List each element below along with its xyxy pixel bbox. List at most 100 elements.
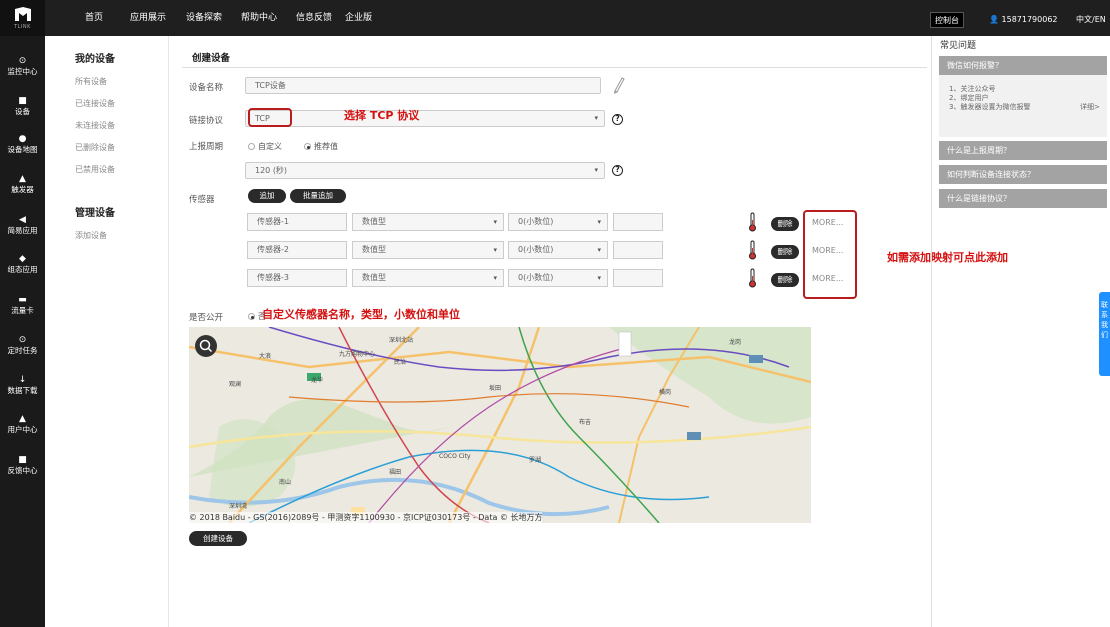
logo[interactable]: TLINK (0, 0, 45, 36)
sidebar-item-trigger[interactable]: ▲ 触发器 (0, 174, 45, 195)
radio-label: 自定义 (258, 142, 282, 151)
faq-question-wechat[interactable]: 微信如何报警？ (939, 56, 1107, 75)
contact-side-tab[interactable]: 联系我们 (1099, 292, 1110, 376)
sensor-unit-input[interactable] (613, 241, 663, 259)
thermometer-icon[interactable] (748, 240, 757, 260)
sidebar-item-download[interactable]: ↓ 数据下载 (0, 375, 45, 396)
help-icon[interactable]: ? (612, 165, 623, 176)
user-icon: ▲ (19, 414, 26, 424)
my-devices-heading: 我的设备 (75, 54, 115, 65)
batch-add-button[interactable]: 批量追加 (290, 189, 346, 203)
sidebar-item-sim[interactable]: ▬ 流量卡 (0, 295, 45, 316)
sensor-type-select[interactable]: 数值型 ▾ (352, 269, 504, 287)
map-label: 福田 (389, 469, 402, 476)
sidebar-label: 定时任务 (7, 346, 38, 355)
subnav-deleted[interactable]: 已删除设备 (75, 142, 115, 153)
period-recommend-radio[interactable]: 推荐值 (304, 141, 338, 152)
map-search-button[interactable] (195, 335, 217, 357)
device-location-map[interactable]: 深圳北站 九方购物中心 龙华 民治 大浪 观澜 坂田 布吉 龙岗 横岗 南山 福… (189, 327, 811, 523)
chevron-down-icon: ▾ (493, 274, 497, 282)
pencil-icon[interactable] (612, 76, 626, 94)
map-label: 布吉 (579, 419, 592, 426)
map-label: COCO City (439, 453, 471, 460)
clock-icon: ⊙ (18, 335, 27, 345)
subnav-connected[interactable]: 已连接设备 (75, 98, 115, 109)
send-icon: ◀ (19, 215, 26, 225)
sensor-decimal-value: 0(小数位) (518, 217, 554, 226)
chevron-down-icon: ▾ (594, 114, 598, 122)
create-device-button[interactable]: 创建设备 (189, 531, 247, 546)
delete-sensor-button[interactable]: 删除 (771, 245, 799, 259)
faq-more-link[interactable]: 详细> (1080, 103, 1100, 112)
chevron-down-icon: ▾ (597, 274, 601, 282)
map-copyright: © 2018 Baidu - GS(2016)2089号 - 甲测资字11009… (189, 512, 543, 523)
subnav-all-devices[interactable]: 所有设备 (75, 76, 107, 87)
chevron-down-icon: ▾ (597, 246, 601, 254)
faq-question-status[interactable]: 如何判断设备连接状态？ (939, 165, 1107, 184)
thermometer-icon[interactable] (748, 212, 757, 232)
map-label: 罗湖 (529, 457, 542, 464)
subnav-add-device[interactable]: 添加设备 (75, 230, 107, 241)
sensor-decimal-select[interactable]: 0(小数位) ▾ (508, 213, 608, 231)
faq-question-protocol[interactable]: 什么是链接协议？ (939, 189, 1107, 208)
tcp-highlight-box (248, 108, 292, 127)
device-name-input[interactable]: TCP设备 (245, 77, 601, 94)
faq-answer-wechat: 1、关注公众号 2、绑定用户 3、触发器设置为微信报警 详细> (939, 75, 1107, 137)
sensor-name-input[interactable]: 传感器-1 (247, 213, 347, 231)
sensor-decimal-select[interactable]: 0(小数位) ▾ (508, 241, 608, 259)
add-sensor-button[interactable]: 追加 (248, 189, 286, 203)
sensor-unit-input[interactable] (613, 213, 663, 231)
sensor-type-value: 数值型 (362, 245, 386, 254)
sidebar-item-user[interactable]: ▲ 用户中心 (0, 414, 45, 435)
sensor-type-select[interactable]: 数值型 ▾ (352, 213, 504, 231)
period-select[interactable]: 120 (秒) ▾ (245, 162, 605, 179)
annotation-custom: 自定义传感器名称，类型，小数位和单位 (262, 308, 460, 321)
sidebar-item-simple-app[interactable]: ◀ 简易应用 (0, 215, 45, 236)
period-value: 120 (秒) (255, 166, 288, 175)
page-title: 创建设备 (192, 53, 231, 64)
tlink-logo-icon (14, 6, 31, 21)
sensor-name-input[interactable]: 传感器-2 (247, 241, 347, 259)
faq-step: 3、触发器设置为微信报警 (949, 103, 1031, 111)
sidebar-item-schedule[interactable]: ⊙ 定时任务 (0, 335, 45, 356)
more-highlight-box (803, 210, 857, 299)
map-label: 横岗 (659, 389, 672, 396)
user-menu[interactable]: 👤 15871790062 (985, 12, 1062, 28)
protocol-select[interactable]: TCP ▾ (245, 110, 605, 127)
console-button[interactable]: 控制台 (930, 12, 964, 28)
sidebar-item-map[interactable]: ● 设备地图 (0, 134, 45, 155)
sensor-name-input[interactable]: 传感器-3 (247, 269, 347, 287)
chevron-down-icon: ▾ (493, 246, 497, 254)
sidebar-item-monitor[interactable]: ⊙ 监控中心 (0, 56, 45, 77)
nav-home[interactable]: 首页 (85, 0, 103, 36)
period-custom-radio[interactable]: 自定义 (248, 141, 282, 152)
nav-explore[interactable]: 设备探索 (186, 0, 222, 36)
sidebar-label: 流量卡 (11, 306, 34, 315)
sidebar-label: 触发器 (11, 185, 34, 194)
bell-icon: ▲ (19, 174, 26, 184)
language-switch[interactable]: 中文/EN (1072, 12, 1110, 28)
help-icon[interactable]: ? (612, 114, 623, 125)
nav-enterprise[interactable]: 企业版 (345, 0, 372, 36)
nav-help[interactable]: 帮助中心 (241, 0, 277, 36)
subnav-disabled[interactable]: 已禁用设备 (75, 164, 115, 175)
subnav-disconnected[interactable]: 未连接设备 (75, 120, 115, 131)
top-bar: TLINK 首页 应用展示 设备探索 帮助中心 信息反馈 企业版 控制台 👤 1… (0, 0, 1110, 36)
map-roads (189, 327, 811, 523)
sensor-decimal-select[interactable]: 0(小数位) ▾ (508, 269, 608, 287)
nav-feedback[interactable]: 信息反馈 (296, 0, 332, 36)
faq-step: 2、绑定用户 (949, 94, 989, 102)
sensor-unit-input[interactable] (613, 269, 663, 287)
delete-sensor-button[interactable]: 删除 (771, 273, 799, 287)
sidebar-item-feedback[interactable]: ■ 反馈中心 (0, 455, 45, 476)
period-label: 上报周期 (189, 142, 224, 152)
sidebar-item-config-app[interactable]: ◆ 组态应用 (0, 254, 45, 275)
sidebar-item-device[interactable]: ■ 设备 (0, 96, 45, 117)
thermometer-icon[interactable] (748, 268, 757, 288)
sensor-type-select[interactable]: 数值型 ▾ (352, 241, 504, 259)
faq-panel: 常见问题 微信如何报警？ 1、关注公众号 2、绑定用户 3、触发器设置为微信报警… (931, 36, 1110, 627)
delete-sensor-button[interactable]: 删除 (771, 217, 799, 231)
faq-question-period[interactable]: 什么是上报周期？ (939, 141, 1107, 160)
user-phone: 15871790062 (1001, 15, 1058, 24)
nav-apps[interactable]: 应用展示 (130, 0, 166, 36)
